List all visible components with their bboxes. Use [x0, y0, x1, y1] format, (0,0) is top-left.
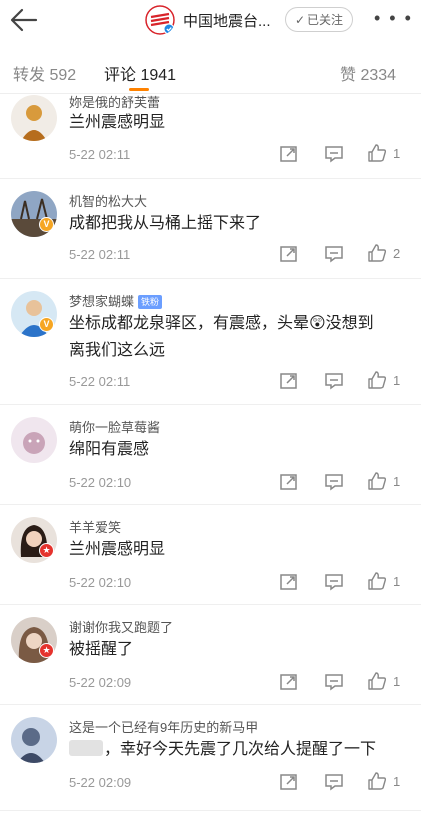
repost-icon[interactable]	[279, 572, 299, 592]
repost-icon[interactable]	[279, 672, 299, 692]
comment-time: 5-22 02:11	[69, 247, 131, 262]
comment-time: 5-22 02:10	[69, 475, 132, 490]
like-icon[interactable]	[367, 671, 387, 691]
like-count: 1	[393, 674, 401, 689]
username-text: 梦想家蝴蝶	[69, 294, 135, 309]
tab-like-label: 赞	[340, 67, 357, 84]
blurred-mention	[69, 740, 103, 756]
user-avatar[interactable]	[11, 717, 57, 763]
comment-icon[interactable]	[324, 371, 344, 391]
comment-icon[interactable]	[324, 144, 344, 164]
like-icon[interactable]	[367, 771, 387, 791]
comment-item: V 梦想家蝴蝶 铁粉 坐标成都龙泉驿区，有震感，头晕😲没想到 离我们这么远 5-2…	[0, 279, 421, 405]
comment-icon[interactable]	[324, 472, 344, 492]
like-count: 2	[393, 246, 401, 261]
tab-comment-label: 评论	[104, 67, 137, 84]
like-count: 1	[393, 373, 401, 388]
comment-time: 5-22 02:11	[69, 374, 131, 389]
check-icon: ✓	[294, 12, 306, 27]
comment-text: 成都把我从马桶上摇下来了	[69, 215, 262, 232]
comment-time: 5-22 02:10	[69, 575, 132, 590]
comment-item: 妳是俄的舒芙蕾 兰州震感明显 5-22 02:11 1	[0, 89, 421, 179]
comment-text: 被摇醒了	[69, 641, 134, 658]
comment-username[interactable]: 梦想家蝴蝶 铁粉	[69, 291, 163, 310]
comment-icon[interactable]	[324, 672, 344, 692]
like-count: 1	[393, 774, 401, 789]
repost-icon[interactable]	[279, 371, 299, 391]
repost-icon[interactable]	[279, 772, 299, 792]
repost-icon[interactable]	[279, 472, 299, 492]
tab-comment[interactable]: 评论 1941	[104, 61, 176, 85]
verified-badge-icon: ★	[39, 543, 54, 558]
comment-time: 5-22 02:09	[69, 675, 132, 690]
comment-item: 这是一个已经有9年历史的新马甲 ，幸好今天先震了几次给人提醒了一下 5-22 0…	[0, 705, 421, 811]
verified-badge-icon: V	[39, 317, 54, 332]
like-icon[interactable]	[367, 370, 387, 390]
comment-item: V 机智的松大大 成都把我从马桶上摇下来了 5-22 02:11 2	[0, 179, 421, 279]
like-count: 1	[393, 146, 401, 161]
top-bar: 中国地震台... ✓ 已关注 • • •	[0, 0, 421, 42]
user-avatar[interactable]	[11, 417, 57, 463]
comment-username[interactable]: 谢谢你我又跑题了	[69, 617, 173, 636]
comment-username[interactable]: 羊羊爱笑	[69, 517, 121, 536]
comment-icon[interactable]	[324, 572, 344, 592]
comment-time: 5-22 02:11	[69, 147, 131, 162]
comment-text: 绵阳有震感	[69, 441, 150, 458]
back-arrow-icon[interactable]	[8, 6, 40, 34]
tab-like[interactable]: 赞 2334	[340, 61, 396, 85]
comment-username[interactable]: 机智的松大大	[69, 191, 147, 210]
user-avatar[interactable]	[11, 95, 57, 141]
comment-text: 兰州震感明显	[69, 114, 166, 131]
comment-text-body: ，幸好今天先震了几次给人提醒了一下	[104, 741, 377, 758]
like-count: 1	[393, 474, 401, 489]
tab-repost-count: 592	[49, 67, 77, 84]
comment-item: ★ 谢谢你我又跑题了 被摇醒了 5-22 02:09 1	[0, 605, 421, 705]
more-options-icon[interactable]: • • •	[374, 8, 413, 28]
comment-username[interactable]: 这是一个已经有9年历史的新马甲	[69, 717, 258, 736]
repost-icon[interactable]	[279, 144, 299, 164]
account-logo-icon[interactable]	[145, 5, 175, 35]
tab-repost-label: 转发	[13, 67, 46, 84]
account-name[interactable]: 中国地震台...	[183, 10, 271, 31]
comment-text: 离我们这么远	[69, 342, 166, 359]
tab-comment-count: 1941	[140, 67, 177, 84]
comment-username[interactable]: 萌你一脸草莓酱	[69, 417, 160, 436]
tab-repost[interactable]: 转发 592	[13, 61, 76, 85]
tab-like-count: 2334	[360, 67, 397, 84]
comment-text: ，幸好今天先震了几次给人提醒了一下	[69, 736, 376, 763]
like-count: 1	[393, 574, 401, 589]
like-icon[interactable]	[367, 243, 387, 263]
follow-button[interactable]: ✓ 已关注	[285, 7, 353, 32]
comment-time: 5-22 02:09	[69, 775, 132, 790]
like-icon[interactable]	[367, 471, 387, 491]
comment-item: 萌你一脸草莓酱 绵阳有震感 5-22 02:10 1	[0, 405, 421, 505]
like-icon[interactable]	[367, 143, 387, 163]
verified-badge-icon: ★	[39, 643, 54, 658]
comment-icon[interactable]	[324, 244, 344, 264]
comment-text: 兰州震感明显	[69, 541, 166, 558]
comment-item: ★ 羊羊爱笑 兰州震感明显 5-22 02:10 1	[0, 505, 421, 605]
comment-text: 坐标成都龙泉驿区，有震感，头晕😲没想到	[69, 315, 374, 332]
fan-badge: 铁粉	[138, 295, 163, 309]
repost-icon[interactable]	[279, 244, 299, 264]
comment-icon[interactable]	[324, 772, 344, 792]
follow-label: 已关注	[307, 13, 344, 27]
tab-bar: 转发 592 评论 1941 赞 2334	[0, 42, 421, 94]
like-icon[interactable]	[367, 571, 387, 591]
verified-badge-icon: V	[39, 217, 54, 232]
